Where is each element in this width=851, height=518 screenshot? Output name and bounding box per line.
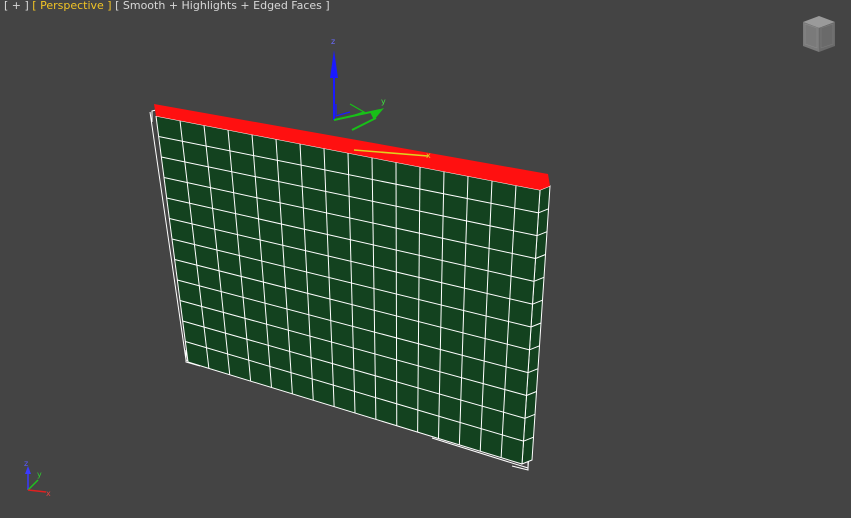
- gizmo-y-label: y: [381, 97, 386, 106]
- world-axis-icon: z y x: [24, 459, 51, 498]
- world-y-label: y: [37, 470, 42, 479]
- gizmo-z-label: z: [331, 37, 335, 46]
- viewcube-icon[interactable]: [797, 14, 839, 56]
- world-z-label: z: [24, 459, 28, 468]
- mesh-object[interactable]: [154, 104, 551, 465]
- scene-canvas[interactable]: z y x z y x: [0, 0, 851, 518]
- viewport-perspective[interactable]: [ + ] [ Perspective ] [ Smooth + Highlig…: [0, 0, 851, 518]
- world-x-label: x: [46, 489, 51, 498]
- gizmo-x-label: x: [426, 151, 431, 160]
